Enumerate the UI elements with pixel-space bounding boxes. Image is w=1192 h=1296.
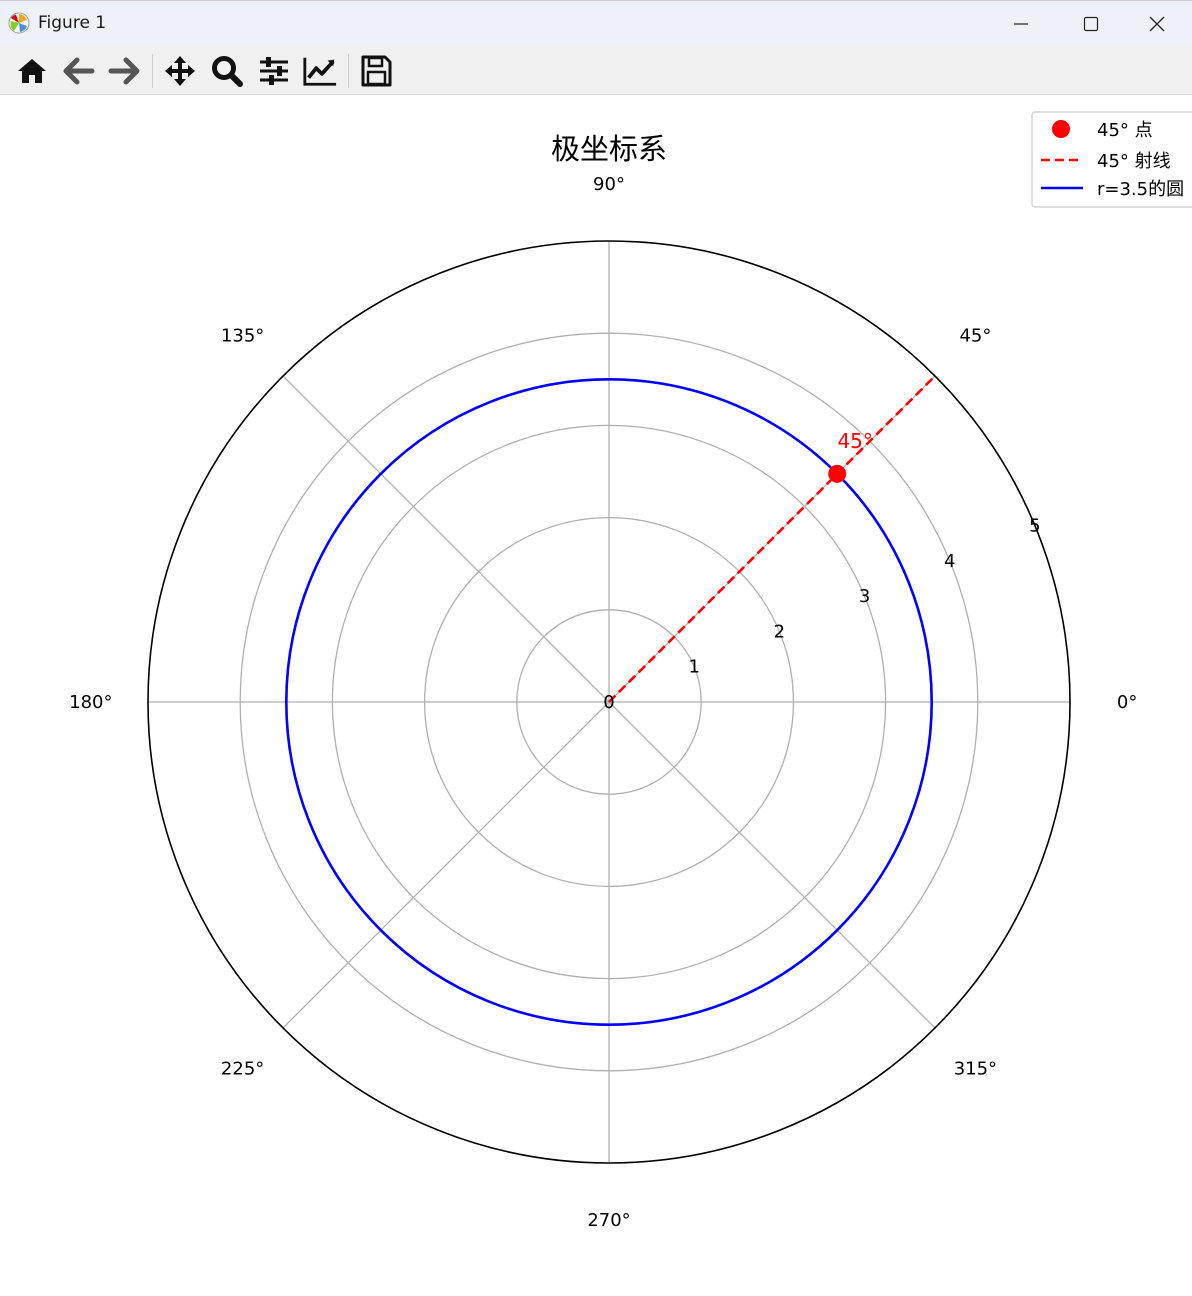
theta-tick-label-45: 45° <box>959 326 991 347</box>
theta-tick-label-270: 270° <box>587 1210 630 1231</box>
navigation-toolbar <box>0 46 1192 95</box>
theta-tick-label-180: 180° <box>69 692 112 713</box>
home-button[interactable] <box>14 53 50 89</box>
toolbar-separator <box>152 54 153 88</box>
point-annotation-label: 45° <box>837 429 872 453</box>
back-button[interactable] <box>61 53 97 89</box>
zoom-button[interactable] <box>209 53 245 89</box>
close-button[interactable] <box>1122 1 1192 47</box>
window-title: Figure 1 <box>38 13 107 33</box>
home-icon <box>18 59 46 83</box>
arrow-left-icon <box>63 57 95 85</box>
r-tick-label-2: 2 <box>774 621 785 642</box>
legend-marker-point <box>1052 120 1070 138</box>
figure-canvas: 极坐标系 0° 45° 90° 135° 180° 225° 270° 315° 0 1 2 3 45… <box>69 111 1192 1231</box>
magnifier-icon <box>212 56 243 87</box>
legend: 45° 点 45° 射线 r=3.5的圆 <box>1031 111 1192 208</box>
chart-title: 极坐标系 <box>551 132 667 166</box>
maximize-button[interactable] <box>1056 1 1126 47</box>
theta-tick-label-0: 0° <box>1117 692 1137 713</box>
arrow-right-icon <box>108 57 140 85</box>
theta-tick-label-315: 315° <box>954 1058 997 1079</box>
legend-entry-circle: r=3.5的圆 <box>1097 179 1184 200</box>
r-tick-label-0: 0 <box>603 692 614 713</box>
r-tick-label-3: 3 <box>859 586 870 607</box>
toolbar-separator <box>348 54 349 88</box>
theta-tick-label-90: 90° <box>593 174 625 195</box>
close-icon <box>1149 16 1165 32</box>
theta-tick-label-135: 135° <box>221 326 264 347</box>
forward-button[interactable] <box>106 53 142 89</box>
r-tick-label-4: 4 <box>944 551 955 572</box>
move-icon <box>165 56 195 86</box>
r-tick-labels: 012345 <box>603 516 1040 713</box>
line-chart-icon <box>303 57 337 86</box>
save-button[interactable] <box>358 53 394 89</box>
sliders-icon <box>260 57 288 85</box>
window-title-bar: Figure 1 <box>0 0 1192 46</box>
minimize-icon <box>1014 23 1028 25</box>
maximize-icon <box>1083 16 1099 32</box>
legend-entry-point: 45° 点 <box>1097 120 1153 141</box>
pan-button[interactable] <box>162 53 198 89</box>
edit-axis-button[interactable] <box>302 53 338 89</box>
theta-tick-label-225: 225° <box>221 1058 264 1079</box>
legend-entry-ray: 45° 射线 <box>1097 151 1171 172</box>
floppy-disk-icon <box>361 55 392 87</box>
matplotlib-logo-icon <box>8 12 30 34</box>
series-point-45 <box>828 464 847 483</box>
configure-subplots-button[interactable] <box>256 53 292 89</box>
minimize-button[interactable] <box>986 1 1056 47</box>
r-tick-label-1: 1 <box>688 657 699 678</box>
